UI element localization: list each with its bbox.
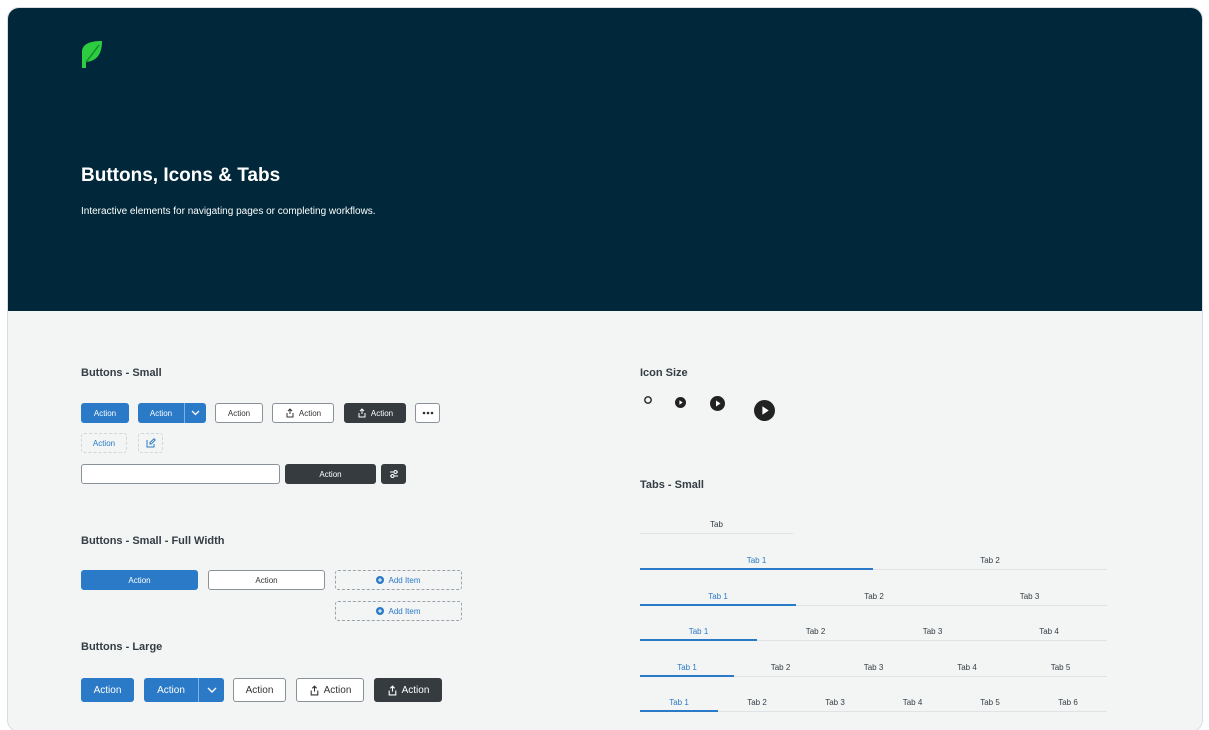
page-title: Buttons, Icons & Tabs <box>81 165 281 186</box>
edit-icon <box>146 438 156 448</box>
share-outline-button-small[interactable]: Action <box>272 403 334 423</box>
plus-circle-icon <box>376 607 385 615</box>
add-item-button-2[interactable]: Add Item <box>335 601 462 621</box>
share-dark-button-small-label: Action <box>370 408 394 418</box>
play-icon-sm <box>675 397 686 408</box>
primary-button-small[interactable]: Action <box>81 403 129 423</box>
sliders-icon <box>389 470 398 478</box>
section-title-icon-size: Icon Size <box>640 367 688 379</box>
add-item-button-1[interactable]: Add Item <box>335 570 462 590</box>
share-icon <box>358 408 366 418</box>
tab-1[interactable]: Tab 1 <box>640 692 718 712</box>
leaf-logo-icon <box>82 41 102 68</box>
share-outline-button-large[interactable]: Action <box>296 678 364 702</box>
chevron-down-icon[interactable] <box>184 403 206 423</box>
tab-row-5: Tab 1 Tab 2 Tab 3 Tab 4 Tab 5 <box>640 657 1107 677</box>
ghost-button-small[interactable]: Action <box>81 433 127 453</box>
text-input-small[interactable] <box>81 464 280 484</box>
section-title-buttons-small: Buttons - Small <box>81 367 162 379</box>
share-icon <box>388 684 396 695</box>
tab-row-4: Tab 1 Tab 2 Tab 3 Tab 4 <box>640 621 1107 641</box>
tab-4[interactable]: Tab 4 <box>874 692 951 712</box>
page-frame: Buttons, Icons & Tabs Interactive elemen… <box>7 7 1203 730</box>
tab-3[interactable]: Tab 3 <box>874 621 991 641</box>
primary-button-large[interactable]: Action <box>81 678 134 702</box>
play-icon-md <box>710 396 725 411</box>
tab-4[interactable]: Tab 4 <box>991 621 1107 641</box>
tab[interactable]: Tab <box>640 514 793 534</box>
tab-row-6: Tab 1 Tab 2 Tab 3 Tab 4 Tab 5 Tab 6 <box>640 692 1107 712</box>
split-button-small[interactable]: Action <box>138 403 206 423</box>
tab-row-2: Tab 1 Tab 2 <box>640 550 1107 570</box>
split-button-small-label[interactable]: Action <box>138 403 184 423</box>
tab-1[interactable]: Tab 1 <box>640 621 757 641</box>
tab-row-1: Tab <box>640 514 793 534</box>
share-icon <box>286 408 294 418</box>
tab-1[interactable]: Tab 1 <box>640 657 734 677</box>
more-dots-icon <box>422 411 433 415</box>
tab-2[interactable]: Tab 2 <box>734 657 827 677</box>
outline-button-full-width[interactable]: Action <box>208 570 325 590</box>
add-item-label: Add Item <box>388 575 421 585</box>
tab-4[interactable]: Tab 4 <box>920 657 1014 677</box>
share-dark-button-small[interactable]: Action <box>344 403 406 423</box>
page-subtitle: Interactive elements for navigating page… <box>81 206 376 217</box>
tab-3[interactable]: Tab 3 <box>796 692 874 712</box>
section-title-tabs-small: Tabs - Small <box>640 479 704 491</box>
filter-button-small[interactable] <box>381 464 406 484</box>
edit-button-small[interactable] <box>138 433 163 453</box>
tab-3[interactable]: Tab 3 <box>952 586 1107 606</box>
input-action-button-small[interactable]: Action <box>285 464 376 484</box>
primary-button-full-width[interactable]: Action <box>81 570 198 590</box>
hero-banner: Buttons, Icons & Tabs Interactive elemen… <box>8 8 1202 311</box>
section-title-buttons-large: Buttons - Large <box>81 641 163 653</box>
add-item-label: Add Item <box>388 606 421 616</box>
split-button-large-label[interactable]: Action <box>144 678 198 702</box>
tab-1[interactable]: Tab 1 <box>640 586 796 606</box>
tab-row-3: Tab 1 Tab 2 Tab 3 <box>640 586 1107 606</box>
tab-5[interactable]: Tab 5 <box>1014 657 1107 677</box>
share-outline-button-small-label: Action <box>298 408 322 418</box>
tab-6[interactable]: Tab 6 <box>1029 692 1107 712</box>
play-icon-lg <box>754 400 775 421</box>
tab-2[interactable]: Tab 2 <box>796 586 952 606</box>
share-outline-button-large-label: Action <box>323 684 352 696</box>
share-dark-button-large[interactable]: Action <box>374 678 442 702</box>
play-icon-xs <box>644 396 652 404</box>
split-button-large[interactable]: Action <box>144 678 224 702</box>
tab-2[interactable]: Tab 2 <box>757 621 874 641</box>
chevron-down-icon[interactable] <box>198 678 224 702</box>
tab-2[interactable]: Tab 2 <box>873 550 1107 570</box>
share-dark-button-large-label: Action <box>401 684 430 696</box>
tab-3[interactable]: Tab 3 <box>827 657 920 677</box>
tab-5[interactable]: Tab 5 <box>951 692 1029 712</box>
outline-button-small[interactable]: Action <box>215 403 263 423</box>
tab-1[interactable]: Tab 1 <box>640 550 873 570</box>
plus-circle-icon <box>376 576 385 584</box>
outline-button-large[interactable]: Action <box>233 678 286 702</box>
share-icon <box>310 684 318 695</box>
tab-2[interactable]: Tab 2 <box>718 692 796 712</box>
section-title-buttons-full-width: Buttons - Small - Full Width <box>81 535 225 547</box>
more-button-small[interactable] <box>415 403 440 423</box>
